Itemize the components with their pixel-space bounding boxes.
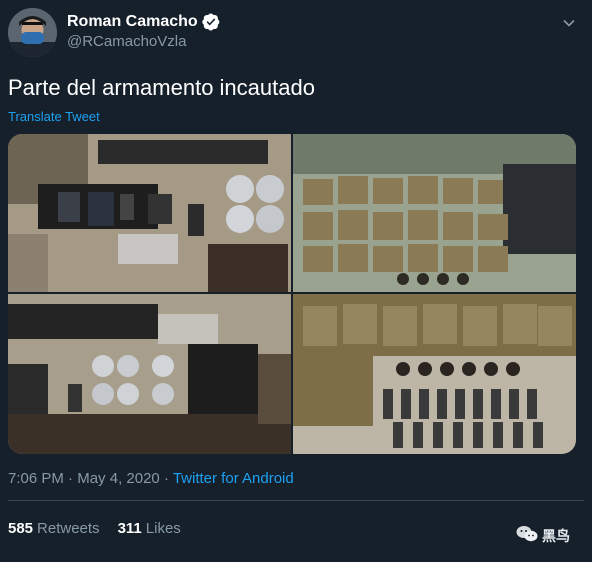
tweet-date[interactable]: May 4, 2020 [77, 470, 160, 487]
verified-badge-icon [202, 13, 220, 31]
avatar[interactable] [8, 8, 57, 57]
tweet-source-link[interactable]: Twitter for Android [173, 470, 294, 487]
author-name-row[interactable]: Roman Camacho [67, 13, 220, 31]
tweet-time[interactable]: 7:06 PM [8, 470, 64, 487]
retweets-count: 585 [8, 520, 34, 537]
retweets-label: Retweets [37, 520, 100, 537]
tweet-meta: 7:06 PM · May 4, 2020 · Twitter for Andr… [8, 470, 294, 487]
meta-separator: · [159, 470, 173, 487]
likes-label: Likes [145, 520, 181, 537]
tweet-text: Parte del armamento incautado [8, 75, 315, 100]
likes-stat[interactable]: 311 Likes [118, 520, 181, 537]
author-name[interactable]: Roman Camacho [67, 13, 198, 31]
wechat-icon [516, 525, 538, 546]
watermark-text: 黑鸟 [542, 527, 570, 544]
photo-1[interactable] [8, 134, 291, 292]
meta-separator: · [63, 470, 78, 487]
likes-count: 311 [117, 520, 142, 537]
photo-2[interactable] [293, 134, 576, 292]
chevron-down-icon[interactable] [558, 12, 580, 34]
divider [8, 500, 584, 501]
author-handle[interactable]: @RCamachoVzla [67, 33, 186, 50]
retweets-stat[interactable]: 585 Retweets [8, 520, 100, 537]
tweet-stats: 585 Retweets 311 Likes [8, 520, 181, 537]
photo-4[interactable] [293, 294, 576, 454]
photo-3[interactable] [8, 294, 291, 454]
avatar-image [8, 8, 57, 57]
watermark: 黑鸟 [516, 525, 570, 546]
translate-tweet-link[interactable]: Translate Tweet [8, 109, 100, 124]
media-grid [8, 134, 576, 454]
